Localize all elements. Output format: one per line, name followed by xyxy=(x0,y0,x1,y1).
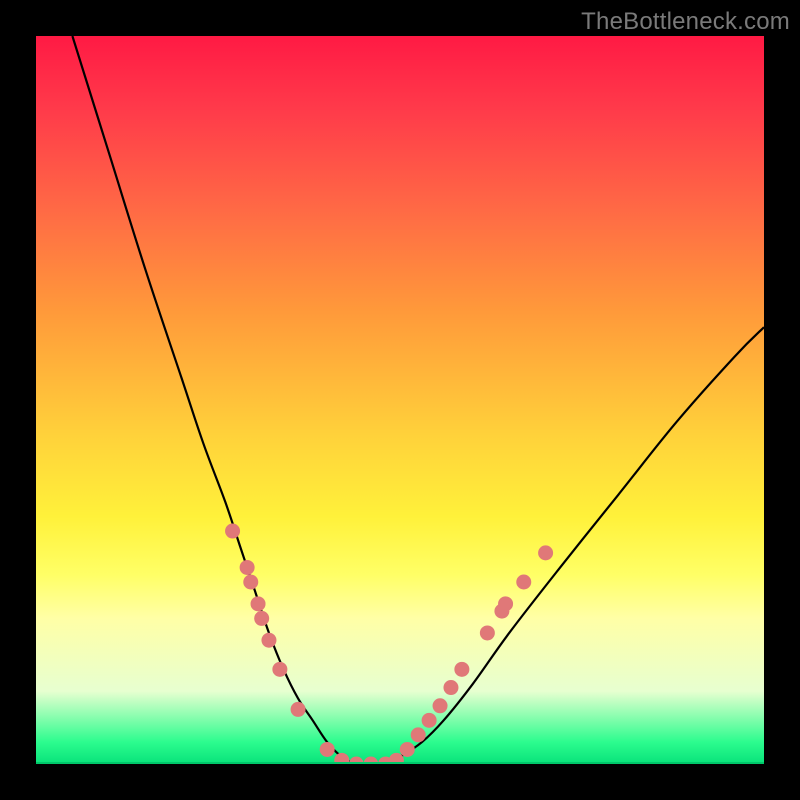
chart-svg xyxy=(36,36,764,764)
data-point-2 xyxy=(243,575,258,590)
data-point-1 xyxy=(240,560,255,575)
data-point-15 xyxy=(411,727,426,742)
data-point-22 xyxy=(498,596,513,611)
watermark-text: TheBottleneck.com xyxy=(581,8,790,36)
curve-group xyxy=(72,36,764,764)
data-point-8 xyxy=(320,742,335,757)
data-point-24 xyxy=(538,545,553,560)
data-point-16 xyxy=(422,713,437,728)
data-point-0 xyxy=(225,524,240,539)
curve-right-branch xyxy=(371,327,764,764)
points-group xyxy=(225,524,553,764)
bottom-accent xyxy=(36,762,764,764)
data-point-18 xyxy=(443,680,458,695)
curve-left-branch xyxy=(72,36,370,764)
plot-area xyxy=(36,36,764,764)
data-point-6 xyxy=(272,662,287,677)
data-point-23 xyxy=(516,575,531,590)
data-point-19 xyxy=(454,662,469,677)
data-point-17 xyxy=(433,698,448,713)
data-point-7 xyxy=(291,702,306,717)
data-point-3 xyxy=(251,596,266,611)
data-point-20 xyxy=(480,625,495,640)
data-point-5 xyxy=(261,633,276,648)
chart-frame: TheBottleneck.com xyxy=(0,0,800,800)
data-point-4 xyxy=(254,611,269,626)
data-point-14 xyxy=(400,742,415,757)
